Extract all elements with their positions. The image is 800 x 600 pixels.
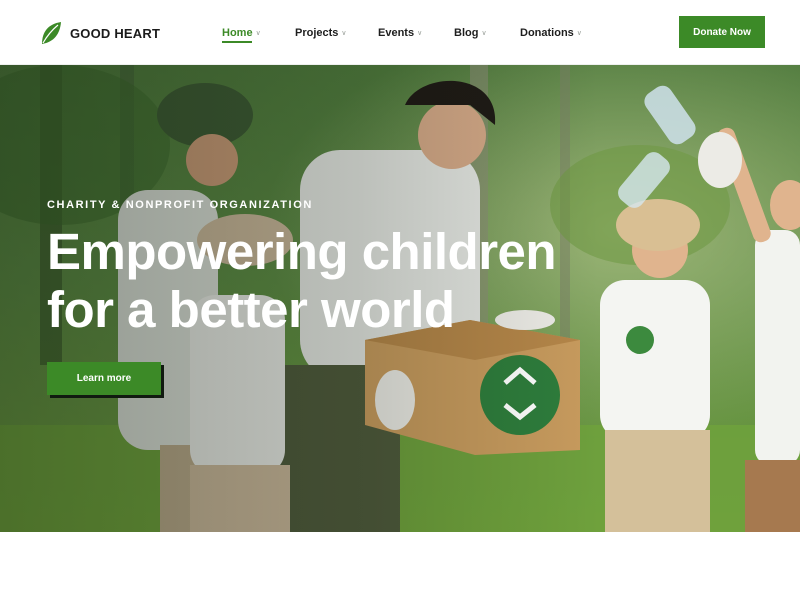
- nav-item-label: Home: [222, 26, 253, 39]
- nav-item-label: Blog: [454, 26, 479, 39]
- hero-eyebrow: CHARITY & NONPROFIT ORGANIZATION: [47, 199, 313, 211]
- hero-headline: Empowering children for a better world: [47, 223, 647, 339]
- nav-item-label: Donations: [520, 26, 574, 39]
- chevron-down-icon: ∨: [255, 29, 261, 37]
- nav-item-donations[interactable]: Donations ∨: [520, 0, 600, 65]
- chevron-down-icon: ∨: [341, 29, 347, 37]
- chevron-down-icon: ∨: [576, 29, 582, 37]
- brand-logo[interactable]: GOOD HEART: [40, 20, 160, 46]
- nav-item-label: Events: [378, 26, 415, 39]
- brand-name: GOOD HEART: [70, 25, 161, 41]
- donate-now-button[interactable]: Donate Now: [679, 16, 765, 48]
- hero-headline-line: for a better world: [47, 281, 455, 338]
- content-section: [0, 532, 800, 600]
- nav-item-projects[interactable]: Projects ∨: [295, 0, 378, 65]
- nav-item-events[interactable]: Events ∨: [378, 0, 454, 65]
- site-header: GOOD HEART Home ∨ Projects ∨ Events ∨ Bl…: [0, 0, 800, 65]
- hero-headline-line: Empowering children: [47, 223, 557, 280]
- hero-section: CHARITY & NONPROFIT ORGANIZATION Empower…: [0, 65, 800, 532]
- learn-more-button[interactable]: Learn more: [47, 362, 161, 395]
- chevron-down-icon: ∨: [481, 29, 487, 37]
- nav-item-blog[interactable]: Blog ∨: [454, 0, 520, 65]
- nav-item-label: Projects: [295, 26, 339, 39]
- chevron-down-icon: ∨: [417, 29, 423, 37]
- nav-item-home[interactable]: Home ∨: [222, 0, 295, 65]
- main-nav: Home ∨ Projects ∨ Events ∨ Blog ∨ Donati…: [222, 0, 600, 65]
- leaf-icon: [42, 22, 61, 44]
